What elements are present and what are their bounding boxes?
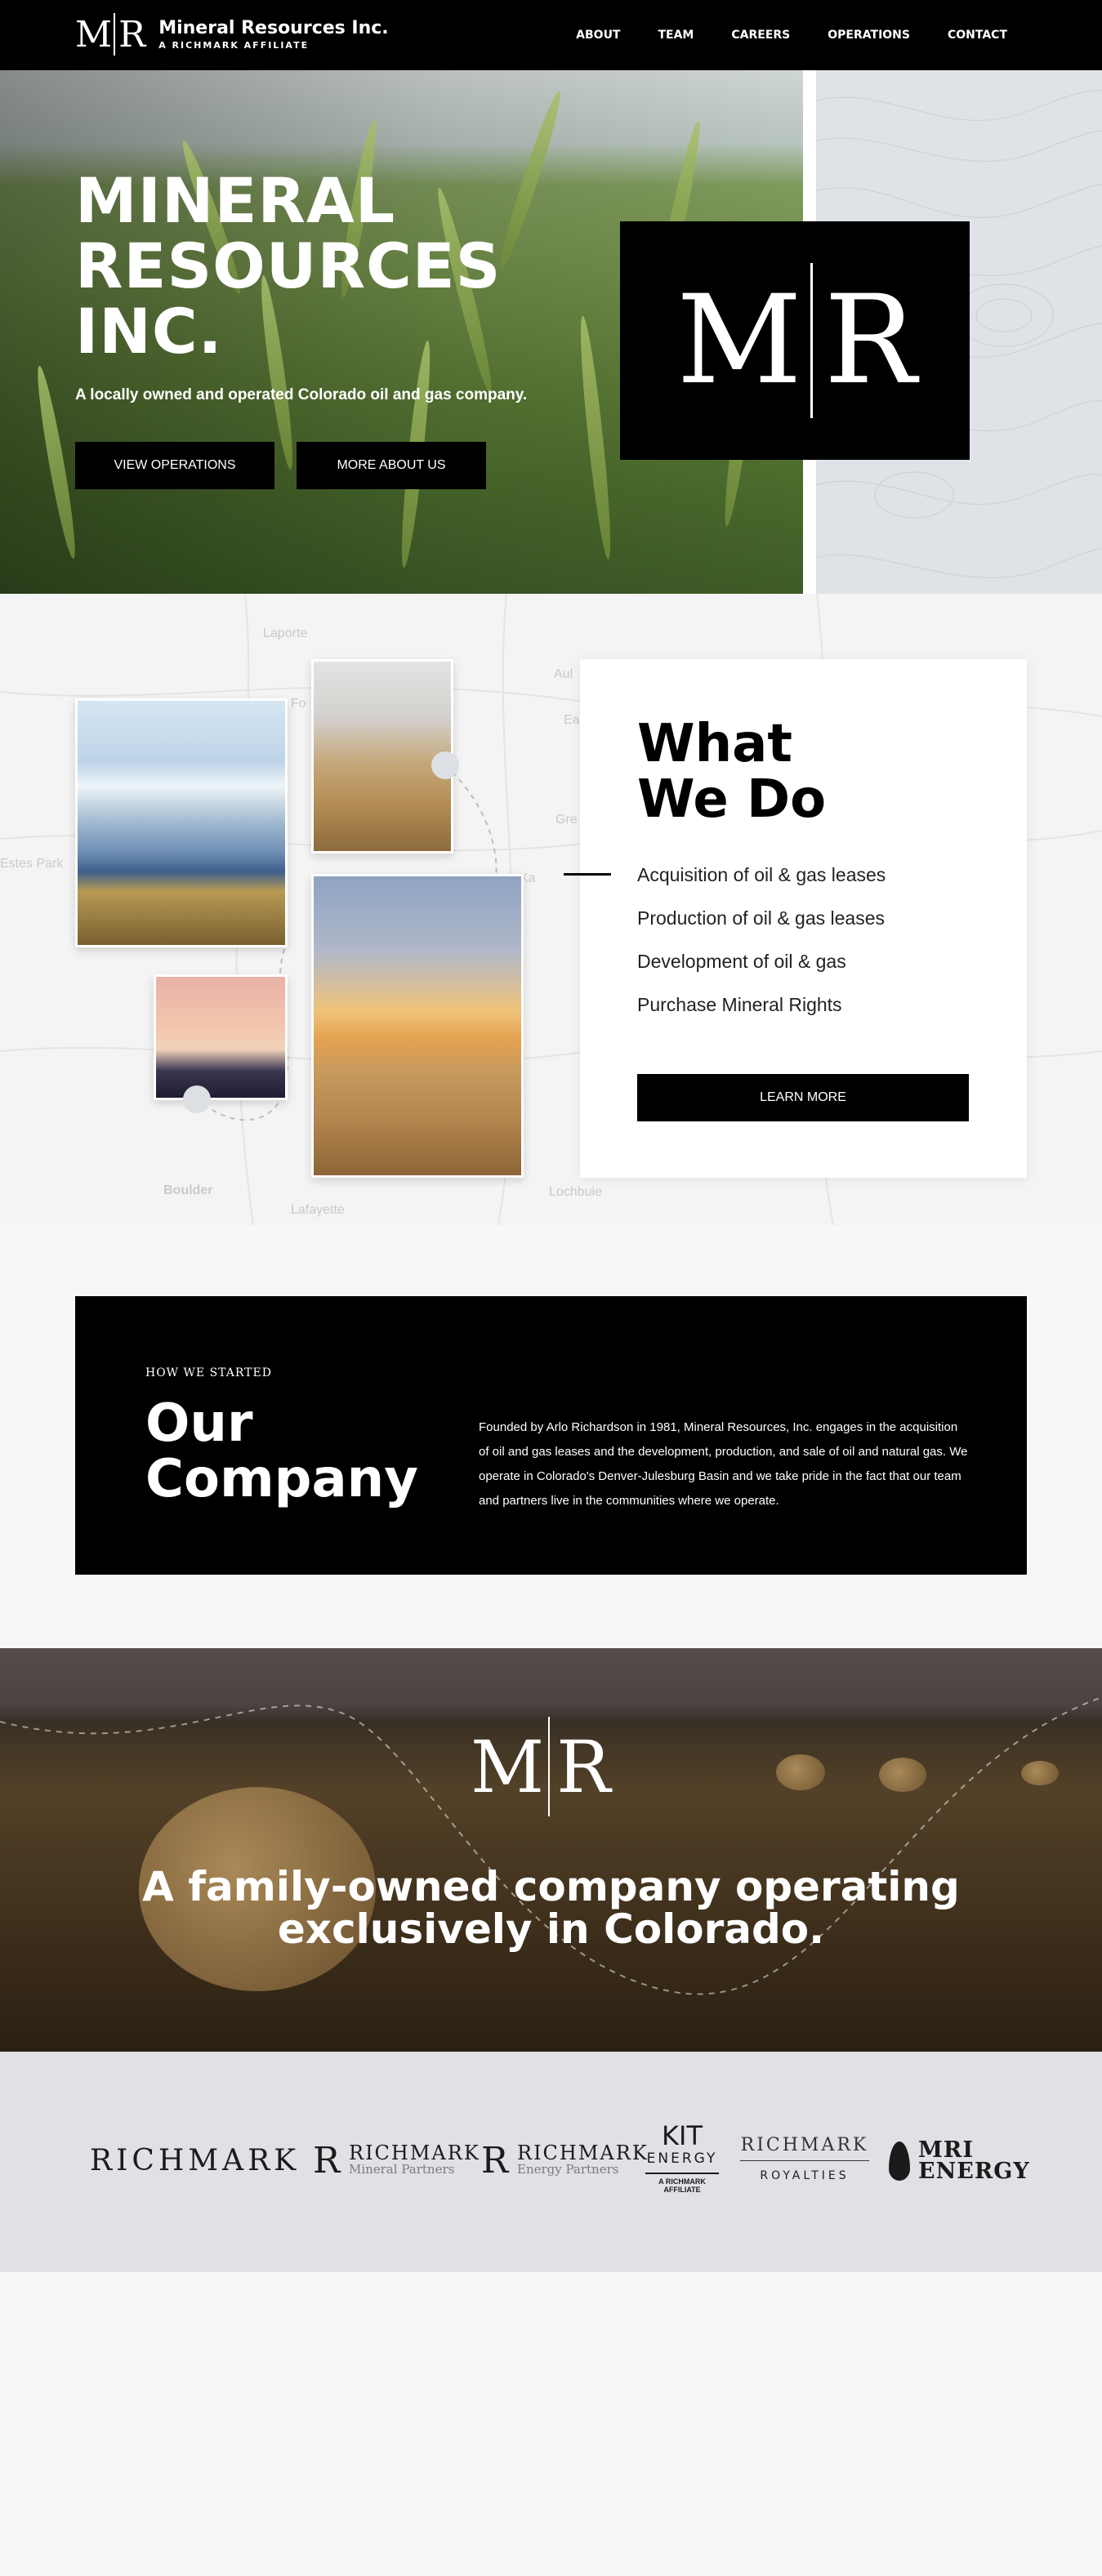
list-item: Acquisition of oil & gas leases <box>637 864 886 885</box>
logo-letter-m: M <box>75 13 112 56</box>
nav-operations-link[interactable]: OPERATIONS <box>828 29 910 42</box>
partner-logos-section: RICHMARK R RICHMARK Mineral Partners R R… <box>0 2052 1102 2272</box>
hero-title-line: MINERAL <box>75 164 396 237</box>
top-navigation: M R Mineral Resources Inc. A RICHMARK AF… <box>0 0 1102 70</box>
title-line: Company <box>145 1449 418 1509</box>
richmark-mineral-partners-logo[interactable]: R RICHMARK Mineral Partners <box>313 2140 480 2182</box>
logo-note: A RICHMARK AFFILIATE <box>645 2173 719 2194</box>
family-owned-heading: A family-owned company operating exclusi… <box>0 1865 1102 1950</box>
map-label: Gre <box>555 813 578 827</box>
brand-title: Mineral Resources Inc. <box>158 17 389 38</box>
nav-contact-link[interactable]: CONTACT <box>948 29 1007 42</box>
wheat-stalk <box>32 364 81 560</box>
cattle-photo <box>311 659 453 853</box>
our-company-section: HOW WE STARTED Our Company Founded by Ar… <box>75 1296 1027 1575</box>
kit-energy-logo[interactable]: KIT ENERGY A RICHMARK AFFILIATE <box>645 2122 719 2194</box>
logo-text: MRI ENERGY <box>918 2139 1030 2184</box>
logo-subtitle: ROYALTIES <box>760 2169 850 2182</box>
list-item: Development of oil & gas <box>637 951 846 972</box>
logo-letter-r: R <box>823 270 917 412</box>
hero-title-line: INC. <box>75 295 223 368</box>
r-mark-icon: R <box>481 2140 509 2182</box>
more-about-us-button[interactable]: MORE ABOUT US <box>297 442 486 489</box>
our-company-title: Our Company <box>145 1396 418 1507</box>
section-eyebrow: HOW WE STARTED <box>145 1366 272 1379</box>
list-item: Production of oil & gas leases <box>637 907 886 929</box>
list-item: Purchase Mineral Rights <box>637 994 842 1015</box>
richmark-royalties-logo[interactable]: RICHMARK ROYALTIES <box>740 2135 869 2182</box>
r-mark-icon: R <box>313 2140 341 2182</box>
logo-wordmark: RICHMARK <box>740 2135 869 2161</box>
logo-subtitle: ENERGY <box>918 2159 1030 2184</box>
map-marker-dot <box>183 1085 211 1113</box>
main-menu: ABOUT TEAM CAREERS OPERATIONS CONTACT <box>576 0 1007 70</box>
what-we-do-title: What We Do <box>637 716 826 827</box>
mountain-photo <box>75 698 288 947</box>
richmark-logo[interactable]: RICHMARK <box>90 2144 300 2177</box>
wheat-stalk <box>575 314 616 561</box>
map-marker-dot <box>431 751 459 779</box>
heading-line: exclusively in Colorado. <box>277 1905 825 1953</box>
family-owned-banner: M R A family-owned company operating exc… <box>0 1648 1102 2052</box>
services-list: Acquisition of oil & gas leases Producti… <box>637 863 886 1036</box>
logo-wordmark: RICHMARK <box>349 2141 480 2164</box>
mri-energy-logo[interactable]: MRI ENERGY <box>889 2139 1030 2184</box>
dashed-path <box>0 1696 1102 1995</box>
map-label: Aul <box>554 667 573 681</box>
logo-subtitle: Mineral Partners <box>349 2162 455 2177</box>
logo-letter-r: R <box>118 13 145 56</box>
logo-subtitle: Energy Partners <box>517 2162 619 2177</box>
map-label: Ea <box>564 713 580 727</box>
title-line: What <box>637 714 792 774</box>
map-label: Lafayette <box>291 1203 345 1217</box>
map-label: Boulder <box>163 1183 213 1197</box>
brand-subtitle: A RICHMARK AFFILIATE <box>158 39 310 51</box>
hero-title-line: RESOURCES <box>75 230 502 302</box>
map-label: Lochbuie <box>549 1185 602 1199</box>
learn-more-button[interactable]: LEARN MORE <box>637 1074 969 1121</box>
flame-icon <box>889 2141 910 2181</box>
hero-tagline: A locally owned and operated Colorado oi… <box>75 386 528 403</box>
logo-divider <box>810 263 813 418</box>
logo-letter-m: M <box>676 270 802 412</box>
mr-logo-mark: M R <box>75 13 145 56</box>
accent-dash <box>564 873 611 876</box>
company-description: Founded by Arlo Richardson in 1981, Mine… <box>479 1420 968 1508</box>
heading-line: A family-owned company operating <box>142 1863 960 1910</box>
logo-wordmark: RICHMARK <box>517 2141 649 2164</box>
hero-logo-box: M R <box>620 221 970 460</box>
logo-subtitle: ENERGY <box>646 2150 718 2167</box>
nav-team-link[interactable]: TEAM <box>658 29 694 42</box>
hero-title: MINERAL RESOURCES INC. <box>75 168 565 364</box>
view-operations-button[interactable]: VIEW OPERATIONS <box>75 442 274 489</box>
logo-letter-m: M <box>471 1724 544 1809</box>
mr-logo-banner: M R <box>471 1717 610 1816</box>
logo-divider <box>548 1717 551 1816</box>
title-line: We Do <box>637 769 827 830</box>
prairie-tree-photo <box>311 874 524 1178</box>
title-line: Our <box>145 1393 253 1454</box>
what-we-do-section: Laporte Fo Aul Ea Gre Ka Estes Park Boul… <box>0 594 1102 1225</box>
richmark-energy-partners-logo[interactable]: R RICHMARK Energy Partners <box>481 2140 649 2182</box>
mr-logo-large: M R <box>676 263 917 418</box>
what-we-do-card: What We Do Acquisition of oil & gas leas… <box>564 659 1027 1178</box>
pumpjack-photo <box>154 974 288 1100</box>
nav-about-link[interactable]: ABOUT <box>576 29 620 42</box>
brand-text: Mineral Resources Inc. A RICHMARK AFFILI… <box>158 17 389 51</box>
logo-wordmark: KIT <box>662 2120 703 2151</box>
map-label: Laporte <box>263 626 308 640</box>
logo-divider <box>114 13 116 56</box>
hero-section: MINERAL RESOURCES INC. A locally owned a… <box>0 70 1102 594</box>
map-label: Fo <box>291 697 306 711</box>
logo-letter-r: R <box>556 1724 610 1809</box>
nav-careers-link[interactable]: CAREERS <box>731 29 790 42</box>
map-label: Estes Park <box>0 857 64 871</box>
brand-logo-link[interactable]: M R Mineral Resources Inc. A RICHMARK AF… <box>75 11 389 57</box>
